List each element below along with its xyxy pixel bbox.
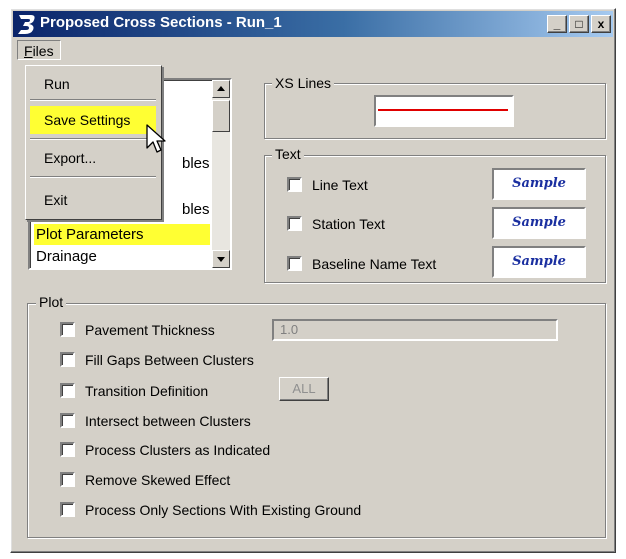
text-group-label: Text <box>272 146 304 162</box>
pavement-thickness-checkbox[interactable] <box>60 322 75 337</box>
station-text-checkbox[interactable] <box>287 216 302 231</box>
window-title: Proposed Cross Sections - Run_1 <box>40 14 282 31</box>
xs-line-sample[interactable] <box>374 95 514 127</box>
station-text-label: Station Text <box>312 216 385 232</box>
baseline-name-text-label: Baseline Name Text <box>312 256 437 272</box>
list-item-drainage[interactable]: Drainage <box>34 246 210 267</box>
mouse-pointer-icon <box>146 124 166 153</box>
remove-skewed-label: Remove Skewed Effect <box>85 472 231 488</box>
process-clusters-checkbox[interactable] <box>60 442 75 457</box>
fill-gaps-checkbox[interactable] <box>60 352 75 367</box>
bentley-b-icon <box>18 15 35 34</box>
menu-separator <box>30 99 156 101</box>
station-text-sample[interactable]: Sample <box>492 207 586 239</box>
menu-bar <box>13 38 613 60</box>
menu-files[interactable]: Files <box>17 40 61 60</box>
line-text-label: Line Text <box>312 177 368 193</box>
line-text-sample[interactable]: Sample <box>492 168 586 200</box>
menu-item-save-settings[interactable]: Save Settings <box>30 106 156 134</box>
menu-files-label: iles <box>32 43 54 59</box>
xs-lines-label: XS Lines <box>272 75 335 91</box>
pavement-thickness-label: Pavement Thickness <box>85 322 215 338</box>
plot-group-label: Plot <box>36 294 67 310</box>
existing-ground-label: Process Only Sections With Existing Grou… <box>85 502 362 518</box>
menu-item-exit[interactable]: Exit <box>30 186 156 214</box>
list-item-partial[interactable]: bles <box>180 153 210 174</box>
menu-item-run[interactable]: Run <box>30 70 156 98</box>
line-text-checkbox[interactable] <box>287 177 302 192</box>
list-item-plot-parameters[interactable]: Plot Parameters <box>34 224 210 245</box>
arrow-down-icon <box>217 257 225 262</box>
scroll-thumb[interactable] <box>212 100 230 132</box>
list-item-partial[interactable]: bles <box>180 199 210 220</box>
remove-skewed-checkbox[interactable] <box>60 472 75 487</box>
process-clusters-label: Process Clusters as Indicated <box>85 442 271 458</box>
arrow-up-icon <box>217 86 225 91</box>
transition-definition-checkbox[interactable] <box>60 383 75 398</box>
transition-all-button[interactable]: ALL <box>279 377 329 401</box>
menu-files-mnemonic: F <box>24 43 33 59</box>
close-button[interactable]: x <box>591 15 611 33</box>
pavement-thickness-input[interactable]: 1.0 <box>272 319 558 341</box>
menu-separator <box>30 176 156 178</box>
minimize-button[interactable]: _ <box>547 15 567 33</box>
baseline-name-text-checkbox[interactable] <box>287 256 302 271</box>
intersect-clusters-checkbox[interactable] <box>60 413 75 428</box>
menu-item-export[interactable]: Export... <box>30 144 156 172</box>
intersect-clusters-label: Intersect between Clusters <box>85 413 251 429</box>
existing-ground-checkbox[interactable] <box>60 502 75 517</box>
transition-definition-label: Transition Definition <box>85 383 209 399</box>
menu-separator <box>30 138 156 140</box>
scroll-down-button[interactable] <box>212 250 230 268</box>
fill-gaps-label: Fill Gaps Between Clusters <box>85 352 254 368</box>
xs-line-preview <box>378 109 508 111</box>
scroll-up-button[interactable] <box>212 80 230 98</box>
baseline-name-text-sample[interactable]: Sample <box>492 246 586 278</box>
maximize-button[interactable]: □ <box>569 15 589 33</box>
